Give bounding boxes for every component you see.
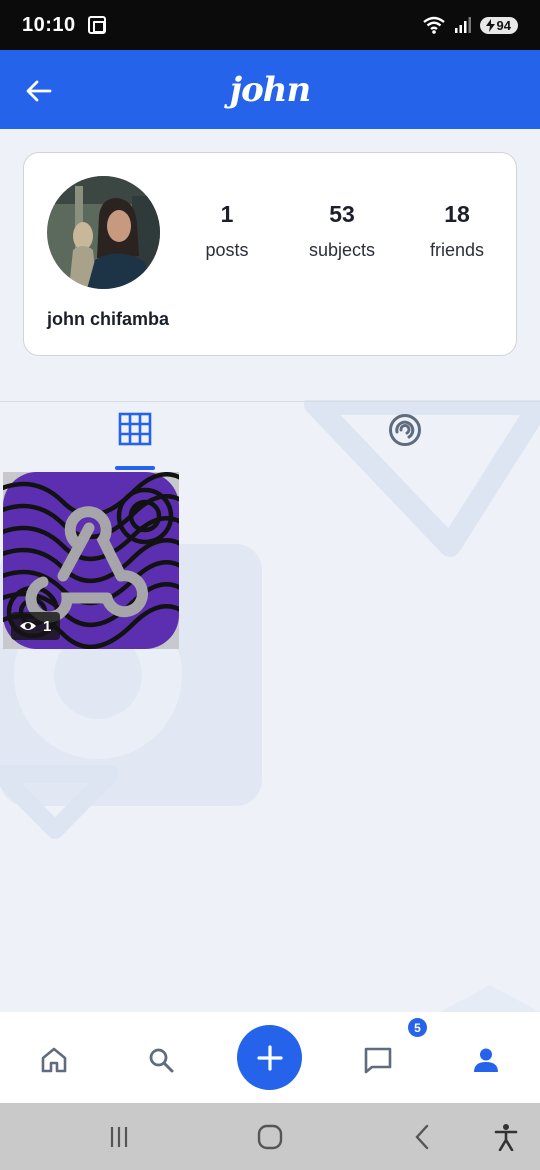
stat-subjects[interactable]: 53 subjects — [307, 201, 377, 261]
post-thumbnail[interactable]: 1 — [3, 472, 179, 649]
status-time: 10:10 — [22, 13, 76, 36]
stat-label: friends — [429, 240, 485, 260]
stat-label: subjects — [308, 240, 376, 260]
stat-friends[interactable]: 18 friends — [422, 201, 492, 261]
system-nav-bar — [0, 1103, 540, 1170]
back-button[interactable] — [22, 74, 56, 108]
signal-icon — [454, 17, 471, 33]
battery-level: 94 — [496, 17, 511, 33]
nav-search[interactable] — [141, 1040, 181, 1080]
tab-subjects[interactable] — [382, 412, 428, 458]
stat-label: posts — [205, 240, 249, 260]
active-tab-indicator — [115, 466, 155, 470]
home-icon — [41, 1047, 67, 1073]
back-chevron-icon — [415, 1124, 429, 1150]
chat-icon — [364, 1047, 392, 1074]
recent-apps-button[interactable] — [102, 1120, 136, 1154]
tabs-divider — [0, 401, 540, 402]
wifi-icon — [422, 16, 445, 34]
view-count-badge: 1 — [11, 612, 61, 640]
nav-profile[interactable] — [466, 1040, 506, 1080]
messages-badge: 5 — [408, 1018, 427, 1037]
stat-value: 1 — [220, 201, 234, 227]
nav-home[interactable] — [34, 1040, 74, 1080]
arrow-left-icon — [26, 80, 52, 102]
profile-stats: 1 posts 53 subjects 18 friends — [192, 201, 492, 261]
profile-icon — [474, 1048, 498, 1072]
avatar-photo — [47, 176, 160, 289]
eye-icon — [20, 622, 36, 630]
charging-icon — [485, 18, 495, 32]
avatar[interactable] — [47, 176, 160, 289]
add-post-button[interactable] — [237, 1025, 302, 1090]
accessibility-button[interactable] — [489, 1120, 523, 1154]
home-system-button[interactable] — [253, 1120, 287, 1154]
grid-icon — [118, 412, 152, 446]
add-icon — [256, 1044, 283, 1071]
tab-posts-grid[interactable] — [112, 412, 158, 470]
system-back-button[interactable] — [405, 1120, 439, 1154]
bottom-nav: 5 — [0, 1012, 540, 1103]
stat-value: 18 — [444, 201, 470, 227]
subjects-swirl-icon — [389, 414, 421, 446]
app-header: john — [0, 50, 540, 129]
screenshot-icon — [87, 16, 106, 34]
stat-posts[interactable]: 1 posts — [192, 201, 262, 261]
home-circle-icon — [257, 1124, 283, 1150]
page-title: john — [229, 69, 311, 110]
recent-apps-icon — [110, 1127, 128, 1147]
profile-card: 1 posts 53 subjects 18 friends john chif… — [23, 152, 517, 356]
accessibility-icon — [494, 1124, 518, 1151]
search-icon — [149, 1048, 174, 1073]
status-bar: 10:10 94 — [0, 0, 540, 50]
profile-name: john chifamba — [47, 309, 170, 329]
battery-indicator: 94 — [479, 16, 518, 34]
stat-value: 53 — [329, 201, 355, 227]
nav-messages[interactable] — [358, 1040, 398, 1080]
view-count: 1 — [43, 617, 52, 635]
status-icons: 94 — [422, 15, 518, 35]
